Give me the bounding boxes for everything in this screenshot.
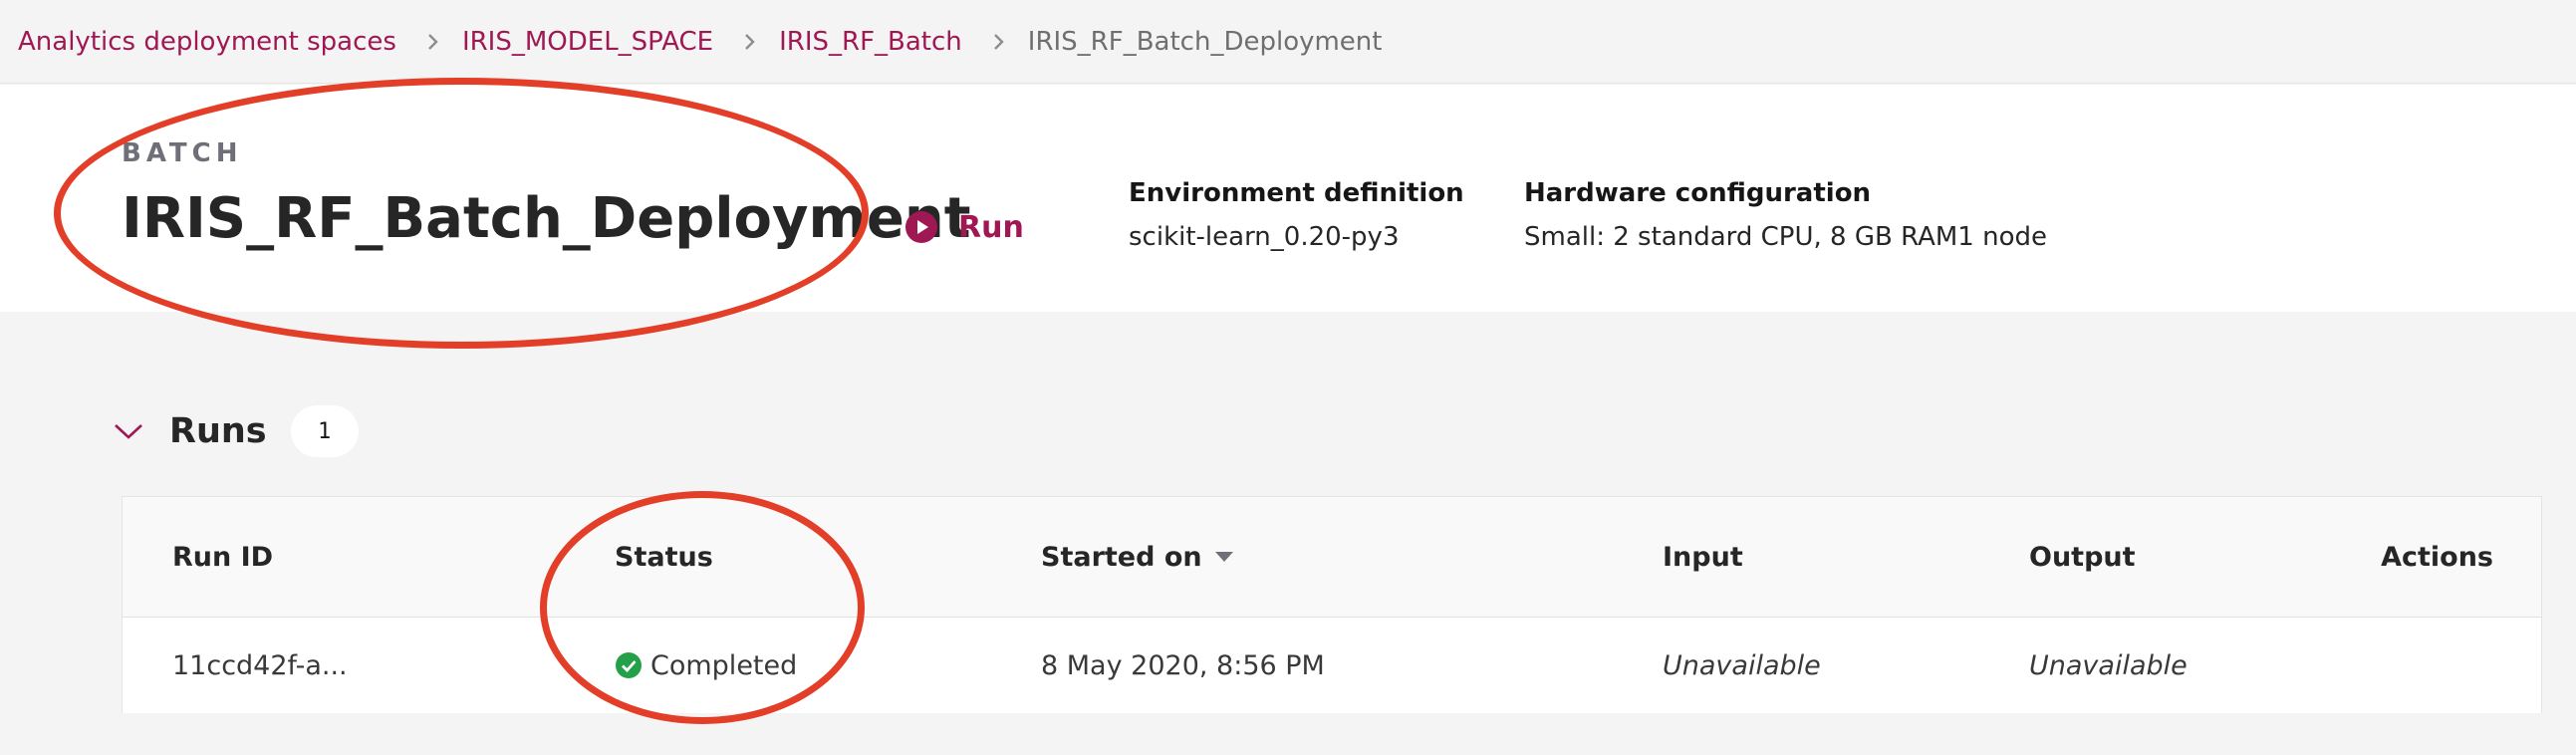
input-cell: Unavailable xyxy=(1663,649,1821,681)
breadcrumb: Analytics deployment spaces IRIS_MODEL_S… xyxy=(0,0,2576,84)
caret-down-icon[interactable] xyxy=(1214,550,1234,564)
page-title: IRIS_RF_Batch_Deployment xyxy=(122,186,971,251)
run-button[interactable]: Run xyxy=(904,202,1024,252)
column-header-started-on-label: Started on xyxy=(1041,541,1202,573)
status-text: Completed xyxy=(650,649,798,681)
deployment-type-label: BATCH xyxy=(122,138,243,168)
chevron-right-icon xyxy=(992,33,1006,51)
column-header-status: Status xyxy=(615,541,713,573)
deployment-header: BATCH IRIS_RF_Batch_Deployment Run Envir… xyxy=(0,85,2576,312)
breadcrumb-current: IRIS_RF_Batch_Deployment xyxy=(1027,26,1383,57)
breadcrumb-link-rf-batch[interactable]: IRIS_RF_Batch xyxy=(779,27,962,57)
run-id-cell[interactable]: 11ccd42f-a... xyxy=(172,618,348,713)
column-header-started-on[interactable]: Started on xyxy=(1041,497,1234,617)
column-header-actions: Actions xyxy=(2381,541,2493,573)
runs-title: Runs xyxy=(169,411,267,451)
column-header-input: Input xyxy=(1663,541,1743,573)
runs-table: Run ID Status Started on Input Output Ac… xyxy=(122,496,2542,713)
hardware-configuration-value: Small: 2 standard CPU, 8 GB RAM1 node xyxy=(1524,222,2048,252)
breadcrumb-link-model-space[interactable]: IRIS_MODEL_SPACE xyxy=(462,27,713,57)
runs-count-badge: 1 xyxy=(290,405,359,457)
column-header-run-id: Run ID xyxy=(172,541,274,573)
play-circle-icon xyxy=(905,211,937,243)
breadcrumb-link-deployment-spaces[interactable]: Analytics deployment spaces xyxy=(18,27,396,57)
run-button-label: Run xyxy=(958,209,1024,245)
output-cell: Unavailable xyxy=(2029,649,2188,681)
table-header-row: Run ID Status Started on Input Output Ac… xyxy=(123,497,2541,618)
environment-definition-value: scikit-learn_0.20-py3 xyxy=(1129,222,1400,252)
chevron-down-icon[interactable] xyxy=(112,414,145,448)
chevron-right-icon xyxy=(426,33,440,51)
checkmark-filled-icon xyxy=(616,652,642,678)
table-row[interactable]: 11ccd42f-a... Completed 8 May 2020, 8:56… xyxy=(123,618,2541,713)
environment-definition: Environment definition scikit-learn_0.20… xyxy=(1129,178,1464,252)
column-header-output: Output xyxy=(2029,541,2136,573)
runs-section-header: Runs 1 xyxy=(112,402,359,460)
started-on-cell: 8 May 2020, 8:56 PM xyxy=(1041,649,1325,681)
hardware-configuration-label: Hardware configuration xyxy=(1524,178,1872,208)
hardware-configuration: Hardware configuration Small: 2 standard… xyxy=(1524,178,2047,252)
chevron-right-icon xyxy=(743,33,757,51)
environment-definition-label: Environment definition xyxy=(1129,178,1464,208)
status-cell: Completed xyxy=(615,618,797,713)
